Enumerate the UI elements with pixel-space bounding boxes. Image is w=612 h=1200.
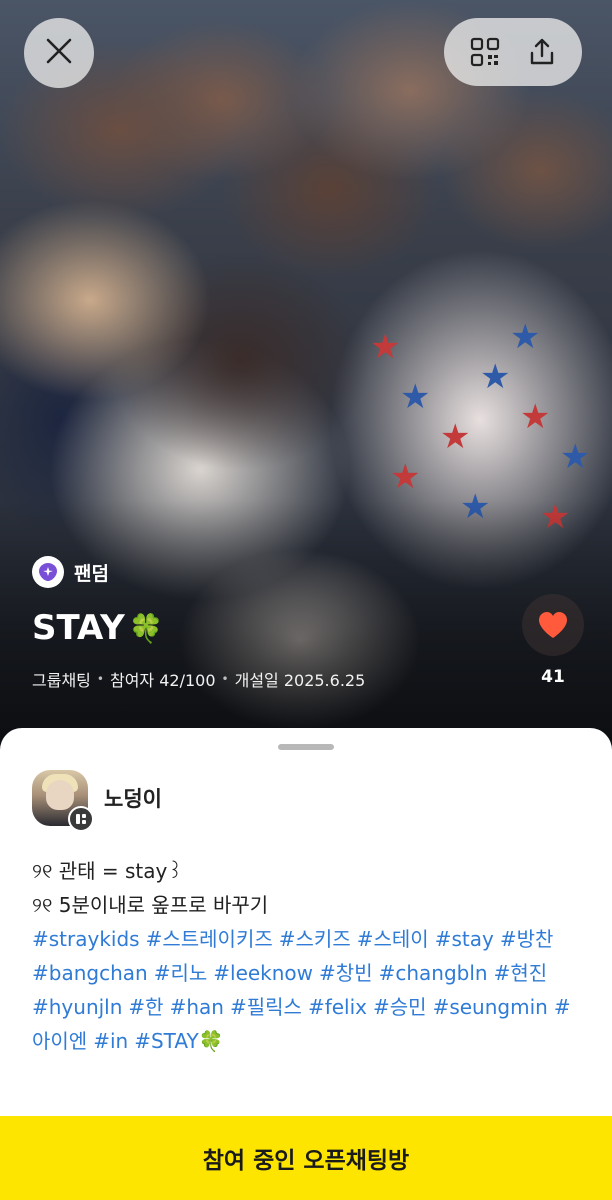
host-profile[interactable]: 노덩이 [32,770,162,832]
hashtag[interactable]: #스테이 [357,927,429,951]
hashtag[interactable]: #필릭스 [230,995,302,1019]
hashtag[interactable]: #스키즈 [279,927,351,951]
hashtag[interactable]: #창빈 [319,961,373,985]
chat-type: 그룹채팅 [32,671,91,690]
star-pattern: ★ [390,457,421,497]
star-pattern: ★ [520,397,551,437]
clover-emoji: 🍀 [128,611,164,645]
hashtag[interactable]: # [554,995,571,1019]
hashtag[interactable]: #seungmin [433,995,548,1019]
star-pattern: ★ [510,317,541,357]
joined-chatroom-button[interactable]: 참여 중인 오픈채팅방 [0,1116,612,1200]
header-actions [444,18,582,86]
hashtag[interactable]: #straykids [32,927,140,951]
star-pattern: ★ [400,377,431,417]
star-pattern: ★ [370,327,401,367]
hashtag[interactable]: #felix [308,995,367,1019]
hashtag[interactable]: #리노 [154,961,208,985]
hashtag[interactable]: #STAY🍀 [134,1029,223,1053]
close-button[interactable] [24,18,94,88]
meta-separator: • [96,672,104,686]
star-pattern: ★ [560,437,591,477]
like-button[interactable] [522,594,584,656]
qr-code-icon [470,37,499,67]
hashtag[interactable]: #방찬 [500,927,554,951]
heart-icon [539,612,567,638]
hashtag[interactable]: #현진 [494,961,548,985]
hashtag[interactable]: #스트레이키즈 [146,927,273,951]
category-badge: 팬덤 [32,556,109,588]
room-description: ୨୧ 관태 = stay꒱ ୨୧ 5분이내로 옾프로 바꾸기 #straykid… [32,854,592,1058]
hashtag[interactable]: #han [170,995,224,1019]
hashtag[interactable]: #changbln [379,961,488,985]
hashtag[interactable]: #leeknow [213,961,313,985]
hashtag[interactable]: #hyunjln [32,995,122,1019]
hashtag[interactable]: #승민 [373,995,427,1019]
room-title: STAY 🍀 [32,608,164,648]
star-pattern: ★ [480,357,511,397]
share-icon [530,38,553,65]
room-title-text: STAY [32,608,125,648]
share-button[interactable] [518,28,566,76]
like-count: 41 [541,667,565,687]
host-name: 노덩이 [104,787,162,811]
meta-separator: • [221,672,229,686]
hashtag[interactable]: #bangchan [32,961,148,985]
qr-code-button[interactable] [461,28,509,76]
created-date: 개설일 2025.6.25 [234,671,366,690]
avatar[interactable] [32,770,94,832]
avatar-face [46,780,74,810]
hashtag-line: 아이엔 #in #STAY🍀 [32,1024,592,1058]
hashtag-line: #hyunjln #한 #han #필릭스 #felix #승민 #seungmin # [32,990,592,1024]
host-crown-icon [68,806,94,832]
close-icon [44,36,74,70]
room-meta: 그룹채팅 • 참여자 42/100 • 개설일 2025.6.25 [32,667,365,691]
hashtag[interactable]: #stay [435,927,494,951]
description-line: ୨୧ 관태 = stay꒱ [32,859,183,883]
hashtag[interactable]: #한 [128,995,163,1019]
sheet-handle[interactable] [278,744,334,750]
description-line: ୨୧ 5분이내로 옾프로 바꾸기 [32,893,269,917]
participant-count: 참여자 42/100 [109,671,216,690]
fandom-icon [32,556,64,588]
star-pattern: ★ [440,417,471,457]
hashtag-line: #straykids #스트레이키즈 #스키즈 #스테이 #stay #방찬 [32,922,592,956]
hashtag-line: #bangchan #리노 #leeknow #창빈 #changbln #현진 [32,956,592,990]
hashtag[interactable]: #in [93,1029,128,1053]
category-label: 팬덤 [74,562,109,585]
hashtag[interactable]: 아이엔 [32,1029,87,1053]
